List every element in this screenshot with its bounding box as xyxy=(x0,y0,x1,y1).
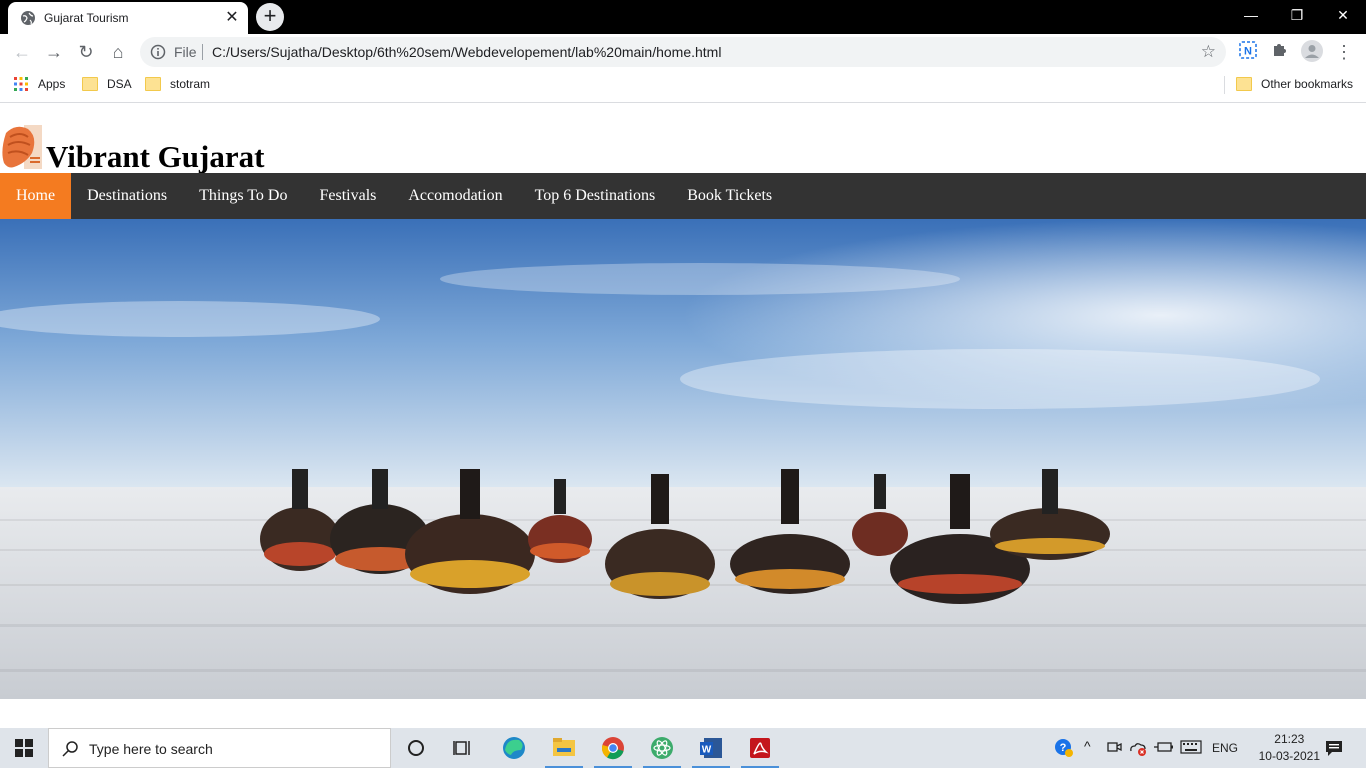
nav-top-6-destinations[interactable]: Top 6 Destinations xyxy=(519,173,672,219)
web-page: Vibrant Gujarat Home Destinations Things… xyxy=(0,103,1366,727)
bookmark-label: DSA xyxy=(107,77,132,91)
bookmark-dsa[interactable]: DSA xyxy=(82,77,132,91)
search-placeholder: Type here to search xyxy=(89,741,213,757)
browser-title-bar: Gujarat Tourism ✕ + — ❐ ✕ xyxy=(0,0,1366,34)
notifications-icon[interactable] xyxy=(1324,738,1344,778)
bookmark-apps[interactable]: Apps xyxy=(14,77,65,91)
scheme-label: File xyxy=(174,44,197,60)
bookmarks-bar: Apps DSA stotram Other bookmarks xyxy=(0,70,1366,103)
chrome-browser-icon[interactable] xyxy=(590,728,636,768)
info-icon[interactable] xyxy=(150,44,166,60)
bookmarks-divider xyxy=(1224,76,1225,94)
bookmark-stotram[interactable]: stotram xyxy=(145,77,210,91)
edge-browser-icon[interactable] xyxy=(491,728,537,768)
svg-text:N: N xyxy=(1244,46,1252,58)
atom-editor-icon[interactable] xyxy=(639,728,685,768)
bookmark-label: Apps xyxy=(38,77,66,91)
windows-taskbar: Type here to search W ? ^ ENG 21:23 10-0 xyxy=(0,728,1366,768)
folder-icon xyxy=(145,77,161,91)
cortana-icon[interactable] xyxy=(393,728,439,768)
clock-date: 10-03-2021 xyxy=(1258,749,1320,763)
svg-text:W: W xyxy=(702,745,712,756)
onedrive-error-icon[interactable] xyxy=(1128,739,1148,779)
reload-icon[interactable]: ↻ xyxy=(74,40,98,64)
bookmark-star-icon[interactable]: ☆ xyxy=(1201,42,1216,62)
new-tab-button[interactable]: + xyxy=(256,3,284,31)
language-indicator[interactable]: ENG xyxy=(1212,741,1238,781)
address-divider xyxy=(202,44,203,60)
nav-destinations[interactable]: Destinations xyxy=(71,173,183,219)
file-explorer-icon[interactable] xyxy=(541,728,587,768)
keyboard-icon[interactable] xyxy=(1180,740,1202,780)
gujarat-lion-logo xyxy=(2,125,42,169)
battery-plugged-icon[interactable] xyxy=(1154,740,1174,780)
forward-arrow-icon[interactable]: → xyxy=(42,40,66,64)
browser-toolbar: ← → ↻ ⌂ File C:/Users/Sujatha/Desktop/6t… xyxy=(0,34,1366,70)
start-button[interactable] xyxy=(0,728,48,768)
nav-book-tickets[interactable]: Book Tickets xyxy=(671,173,788,219)
menu-kebab-icon[interactable]: ⋮ xyxy=(1332,40,1356,64)
close-tab-icon[interactable]: ✕ xyxy=(224,10,240,26)
bookmark-label: stotram xyxy=(170,77,211,91)
other-bookmarks[interactable]: Other bookmarks xyxy=(1236,77,1353,91)
windows-logo-icon xyxy=(15,739,33,757)
nav-things-to-do[interactable]: Things To Do xyxy=(183,173,303,219)
tab-title: Gujarat Tourism xyxy=(44,11,129,25)
folder-icon xyxy=(82,77,98,91)
url-text[interactable]: C:/Users/Sujatha/Desktop/6th%20sem/Webde… xyxy=(212,44,721,60)
browser-tab[interactable]: Gujarat Tourism ✕ xyxy=(8,2,248,34)
task-view-icon[interactable] xyxy=(440,728,486,768)
acrobat-reader-icon[interactable] xyxy=(737,728,783,768)
main-navigation: Home Destinations Things To Do Festivals… xyxy=(0,173,1366,219)
restore-button[interactable]: ❐ xyxy=(1274,0,1320,30)
back-arrow-icon[interactable]: ← xyxy=(10,40,34,64)
nav-home[interactable]: Home xyxy=(0,173,72,219)
close-window-button[interactable]: ✕ xyxy=(1320,0,1366,30)
word-icon[interactable]: W xyxy=(688,728,734,768)
apps-grid-icon xyxy=(14,77,28,91)
taskbar-search-box[interactable]: Type here to search xyxy=(48,728,391,768)
system-clock[interactable]: 21:23 10-03-2021 xyxy=(1259,731,1320,765)
meet-now-icon[interactable] xyxy=(1106,739,1122,779)
nav-accomodation[interactable]: Accomodation xyxy=(392,173,518,219)
home-icon[interactable]: ⌂ xyxy=(106,40,130,64)
address-bar[interactable]: File C:/Users/Sujatha/Desktop/6th%20sem/… xyxy=(140,37,1226,67)
profile-avatar-icon[interactable] xyxy=(1300,40,1324,64)
chevron-up-icon[interactable]: ^ xyxy=(1084,738,1091,778)
clock-time: 21:23 xyxy=(1274,732,1305,746)
extension-n-icon[interactable]: N xyxy=(1236,40,1260,64)
other-bookmarks-label: Other bookmarks xyxy=(1261,77,1354,91)
search-icon xyxy=(62,741,78,757)
nav-festivals[interactable]: Festivals xyxy=(303,173,392,219)
globe-icon xyxy=(21,11,35,25)
extensions-puzzle-icon[interactable] xyxy=(1268,40,1292,64)
site-title: Vibrant Gujarat xyxy=(46,139,265,174)
help-icon[interactable]: ? xyxy=(1054,738,1074,778)
minimize-button[interactable]: — xyxy=(1228,0,1274,30)
hero-image-dancers-on-salt-desert xyxy=(0,219,1366,699)
folder-icon xyxy=(1236,77,1252,91)
